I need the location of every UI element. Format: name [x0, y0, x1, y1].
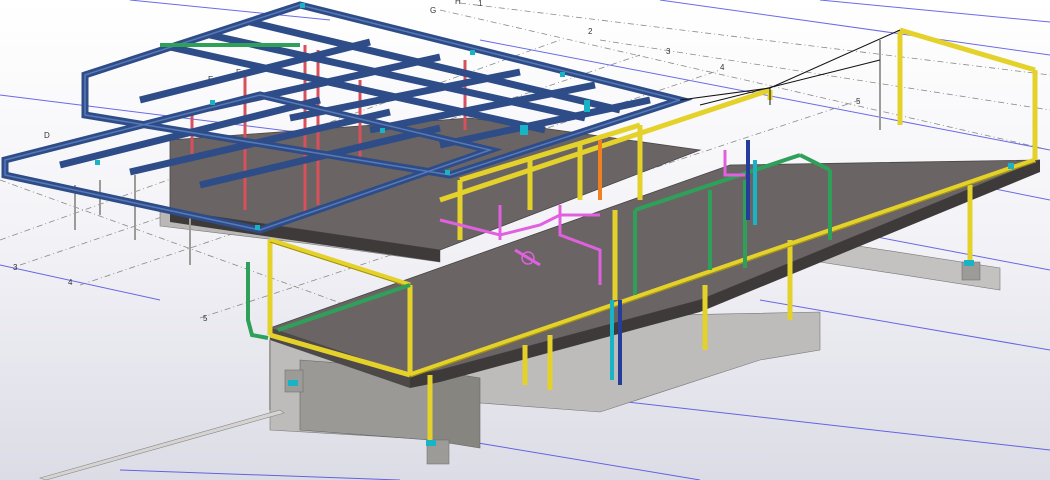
grid-label-3-top: 3: [666, 47, 671, 56]
wall-outline: [679, 29, 901, 106]
grid-label-3-left: 3: [13, 263, 18, 272]
grid-label-4-left: 4: [68, 278, 73, 287]
structure-model-canvas[interactable]: G H D E F 1 2 3 4 5 3 4 5: [0, 0, 1050, 480]
grid-label-2: 2: [588, 27, 593, 36]
grid-label-d: D: [44, 131, 50, 140]
grid-label-g: G: [430, 6, 436, 15]
grid-label-h: H: [455, 0, 461, 6]
grid-label-5-left: 5: [203, 314, 208, 323]
grid-label-1: 1: [478, 0, 483, 8]
grid-label-4-top: 4: [720, 63, 725, 72]
grid-label-5-top: 5: [856, 97, 861, 106]
model-viewport[interactable]: G H D E F 1 2 3 4 5 3 4 5: [0, 0, 1050, 480]
